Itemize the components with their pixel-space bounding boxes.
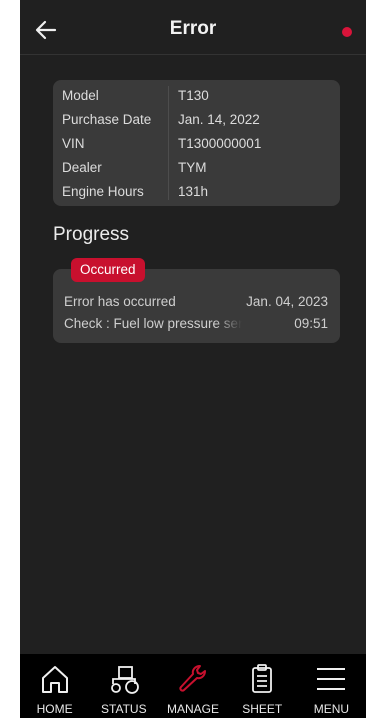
progress-heading: Progress [53, 224, 130, 245]
nav-manage[interactable]: MANAGE [158, 654, 227, 718]
top-bar: Error [20, 0, 366, 55]
info-value: T130 [178, 88, 209, 103]
info-row-purchase-date: Purchase Date Jan. 14, 2022 [53, 110, 340, 134]
nav-status[interactable]: STATUS [89, 654, 158, 718]
info-row-dealer: Dealer TYM [53, 158, 340, 182]
notification-dot-icon [342, 27, 352, 37]
info-row-vin: VIN T1300000001 [53, 134, 340, 158]
info-key: Dealer [62, 160, 102, 175]
info-key: Engine Hours [62, 184, 144, 199]
nav-label: STATUS [101, 702, 147, 716]
app-screen: Error Model T130 Purchase Date Jan. 14, … [20, 0, 366, 718]
info-row-engine-hours: Engine Hours 131h [53, 182, 340, 206]
info-key: Purchase Date [62, 112, 152, 127]
wrench-icon [179, 665, 206, 692]
hamburger-icon [317, 668, 346, 690]
page-title: Error [169, 18, 217, 39]
event-date: Jan. 04, 2023 [246, 294, 328, 309]
event-time: 09:51 [294, 316, 328, 331]
nav-home[interactable]: HOME [20, 654, 89, 718]
info-value: 131h [178, 184, 209, 199]
info-row-model: Model T130 [53, 86, 340, 110]
info-value: Jan. 14, 2022 [178, 112, 260, 127]
event-detail: Check : Fuel low pressure sensor [64, 316, 242, 331]
nav-sheet[interactable]: SHEET [228, 654, 297, 718]
event-message: Error has occurred [64, 294, 176, 309]
info-key: VIN [62, 136, 85, 151]
nav-menu[interactable]: MENU [297, 654, 366, 718]
status-badge: Occurred [71, 258, 145, 282]
nav-label: SHEET [242, 702, 283, 716]
nav-label: HOME [36, 702, 73, 716]
home-icon [41, 666, 68, 693]
nav-label: MENU [313, 702, 350, 716]
tractor-icon [110, 666, 139, 694]
info-value: TYM [178, 160, 207, 175]
info-value: T1300000001 [178, 136, 262, 151]
machine-info-card: Model T130 Purchase Date Jan. 14, 2022 V… [53, 80, 340, 206]
clipboard-icon [252, 664, 273, 693]
bottom-navigation: HOME STATUS MANAGE SHEET MENU [20, 654, 366, 718]
info-key: Model [62, 88, 99, 103]
nav-label: MANAGE [167, 702, 220, 716]
